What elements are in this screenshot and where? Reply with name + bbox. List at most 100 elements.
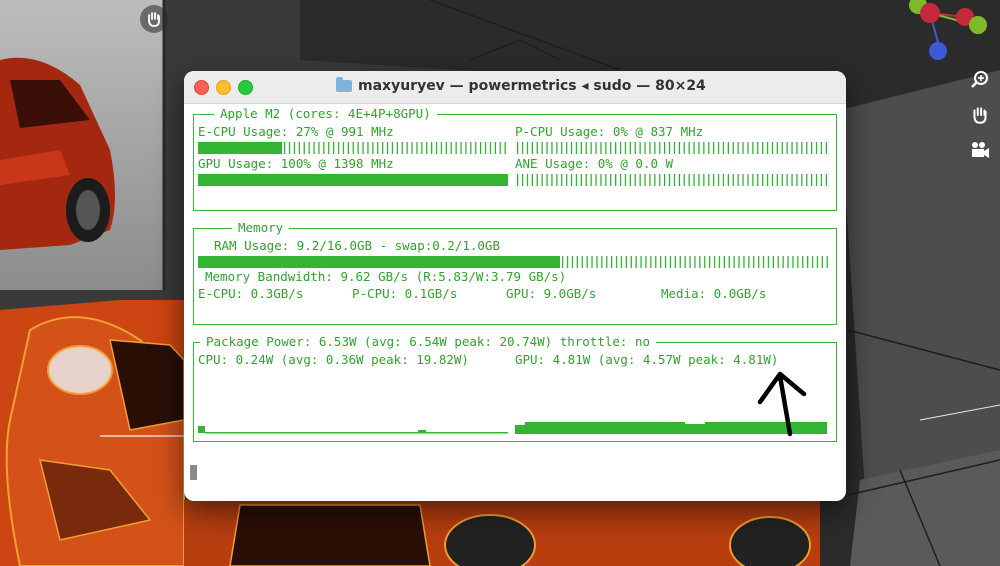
usage-tick: [786, 174, 788, 186]
usage-tick: [455, 142, 457, 154]
usage-tick: [571, 256, 574, 268]
usage-tick: [615, 142, 617, 154]
usage-tick: [580, 174, 582, 186]
usage-tick: [709, 256, 711, 268]
usage-tick: [639, 174, 641, 186]
usage-tick: [431, 142, 433, 154]
usage-tick: [541, 174, 543, 186]
usage-tick: [699, 256, 701, 268]
hand-icon[interactable]: [140, 5, 168, 33]
usage-tick: [659, 142, 661, 154]
usage-fill: [198, 174, 508, 186]
memory-bandwidth-label: Memory Bandwidth: 9.62 GB/s (R:5.83/W:3.…: [205, 269, 567, 284]
usage-tick: [752, 142, 754, 154]
usage-tick: [727, 174, 729, 186]
arrow-annotation: [757, 371, 807, 437]
usage-tick: [811, 142, 813, 154]
usage-tick: [678, 142, 680, 154]
usage-tick: [445, 142, 447, 154]
usage-tick: [664, 256, 667, 268]
gpu-usage-bar: [198, 174, 508, 186]
ane-usage-bar: [517, 174, 827, 186]
usage-tick: [816, 256, 819, 268]
usage-tick: [426, 142, 428, 154]
usage-tick: [640, 256, 642, 268]
usage-tick: [722, 142, 725, 154]
usage-tick: [504, 142, 506, 154]
power-panel: Package Power: 6.53W (avg: 6.54W peak: 2…: [193, 334, 837, 442]
usage-tick: [737, 174, 739, 186]
pan-hand-icon[interactable]: [966, 101, 994, 129]
usage-tick: [575, 142, 578, 154]
usage-tick: [561, 142, 563, 154]
usage-tick: [595, 142, 597, 154]
usage-tick: [460, 142, 462, 154]
usage-tick: [566, 174, 568, 186]
cpu-power-spike: [198, 426, 205, 433]
close-button[interactable]: [194, 80, 209, 95]
pcpu-bandwidth: P-CPU: 0.1GB/s: [352, 286, 458, 301]
usage-tick: [806, 142, 808, 154]
usage-tick: [362, 142, 364, 154]
usage-tick: [743, 256, 745, 268]
pcpu-usage-label: P-CPU Usage: 0% @ 837 MHz: [515, 124, 704, 139]
usage-tick: [546, 142, 548, 154]
usage-tick: [615, 256, 618, 268]
usage-tick: [752, 174, 754, 186]
usage-tick: [391, 142, 394, 154]
usage-tick: [660, 256, 662, 268]
usage-tick: [649, 174, 651, 186]
terminal-content[interactable]: Apple M2 (cores: 4E+4P+8GPU) E-CPU Usage…: [184, 104, 846, 501]
zoom-button[interactable]: [238, 80, 253, 95]
usage-tick: [570, 174, 573, 186]
usage-tick: [605, 174, 607, 186]
usage-tick: [288, 142, 291, 154]
camera-icon[interactable]: [966, 136, 994, 164]
usage-tick: [470, 142, 472, 154]
usage-tick: [757, 142, 759, 154]
usage-tick: [536, 142, 538, 154]
usage-tick: [669, 256, 672, 268]
usage-tick: [807, 256, 809, 268]
usage-tick: [421, 142, 423, 154]
usage-tick: [396, 142, 398, 154]
usage-tick: [562, 256, 564, 268]
usage-tick: [821, 256, 823, 268]
usage-tick: [465, 142, 467, 154]
usage-tick: [521, 142, 524, 154]
usage-tick: [801, 174, 803, 186]
usage-tick: [377, 142, 379, 154]
gpu-bandwidth: GPU: 9.0GB/s: [506, 286, 597, 301]
usage-tick: [615, 174, 617, 186]
usage-tick: [634, 142, 636, 154]
usage-tick: [531, 142, 533, 154]
usage-tick: [717, 174, 720, 186]
usage-tick: [489, 142, 492, 154]
usage-tick: [624, 142, 627, 154]
usage-tick: [556, 142, 558, 154]
usage-tick: [766, 174, 769, 186]
usage-tick: [416, 142, 418, 154]
usage-tick: [673, 174, 676, 186]
minimize-button[interactable]: [216, 80, 231, 95]
usage-tick: [581, 256, 583, 268]
usage-tick: [494, 142, 496, 154]
usage-tick: [347, 142, 349, 154]
usage-tick: [820, 142, 823, 154]
usage-tick: [762, 174, 764, 186]
usage-tick: [531, 174, 533, 186]
usage-tick: [576, 256, 578, 268]
usage-tick: [664, 142, 666, 154]
usage-tick: [644, 174, 646, 186]
usage-tick: [693, 174, 695, 186]
ram-usage-label: RAM Usage: 9.2/16.0GB - swap:0.2/1.0GB: [214, 238, 500, 253]
usage-tick: [601, 256, 603, 268]
usage-tick: [382, 142, 384, 154]
zoom-icon[interactable]: [966, 66, 994, 94]
usage-tick: [566, 256, 569, 268]
usage-tick: [650, 256, 652, 268]
usage-tick: [771, 174, 774, 186]
power-panel-title: Package Power: 6.53W (avg: 6.54W peak: 2…: [200, 334, 657, 350]
title-bar[interactable]: maxyuryev — powermetrics ◂ sudo — 80×24: [184, 71, 846, 104]
cpu-power-label: CPU: 0.24W (avg: 0.36W peak: 19.82W): [198, 352, 469, 367]
